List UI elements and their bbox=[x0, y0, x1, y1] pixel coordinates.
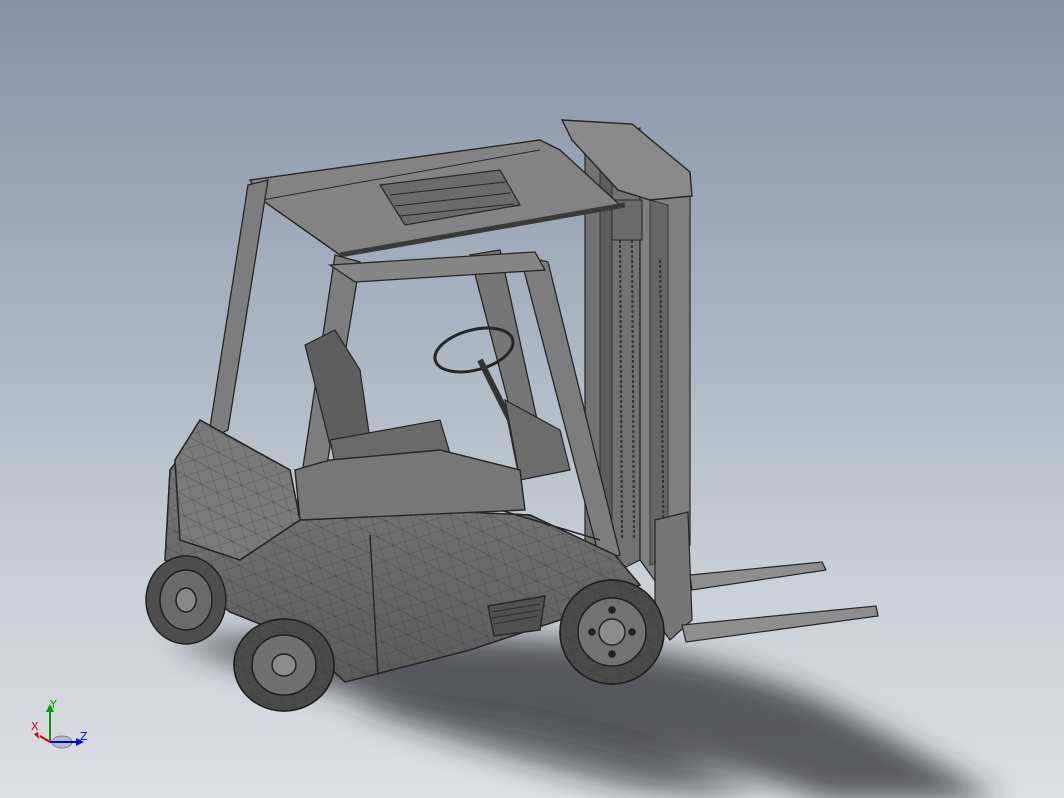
graphics-viewport[interactable]: X Y Z bbox=[0, 0, 1064, 798]
forks bbox=[681, 561, 879, 643]
triad-y-label: Y bbox=[50, 698, 57, 711]
forklift-model[interactable] bbox=[0, 0, 1064, 798]
front-right-wheel bbox=[559, 579, 665, 685]
triad-x-label: X bbox=[31, 720, 39, 733]
triad-z-label: Z bbox=[80, 730, 88, 743]
view-triad[interactable]: X Y Z bbox=[26, 698, 96, 754]
overhead-guard bbox=[248, 139, 626, 258]
rear-wheel bbox=[145, 555, 227, 645]
front-left-wheel bbox=[233, 618, 335, 712]
